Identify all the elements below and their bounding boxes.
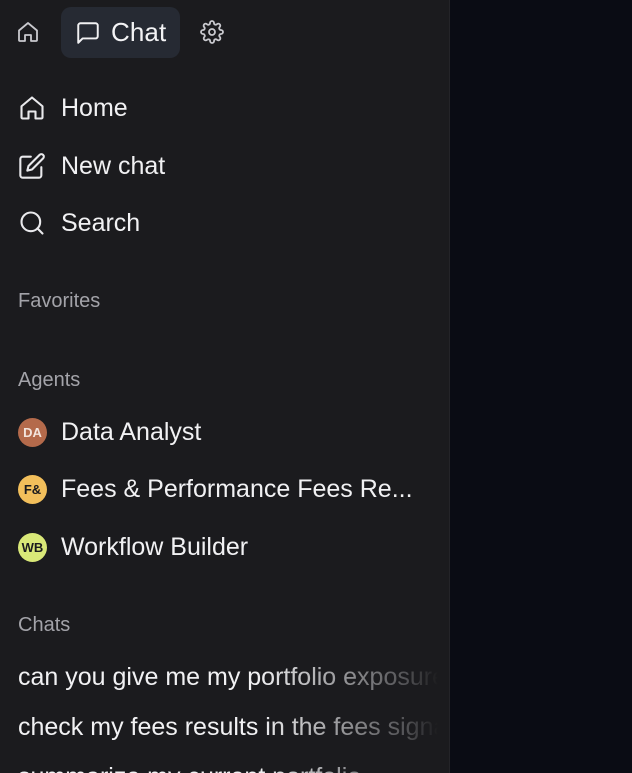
section-title-chats: Chats xyxy=(18,614,71,636)
avatar: DA xyxy=(18,417,47,447)
home-icon[interactable] xyxy=(12,16,44,48)
chat-item[interactable]: check my fees results in the fees signal xyxy=(18,707,438,747)
sidebar-topbar: Chat xyxy=(0,7,449,58)
nav-item-home[interactable]: Home xyxy=(0,85,449,131)
sidebar: Chat Home New chat Search Favorites Agen… xyxy=(0,0,450,773)
chat-item[interactable]: can you give me my portfolio exposure xyxy=(18,657,438,697)
agent-item-label: Data Analyst xyxy=(61,417,202,446)
message-square-icon xyxy=(74,19,102,47)
agent-item-label: Fees & Performance Fees Re... xyxy=(61,474,413,503)
nav-item-new-chat[interactable]: New chat xyxy=(0,143,449,189)
gear-icon[interactable] xyxy=(196,16,228,48)
agent-item-workflow-builder[interactable]: WB Workflow Builder xyxy=(0,524,449,570)
section-title-agents: Agents xyxy=(18,369,81,391)
nav-item-label: New chat xyxy=(61,151,166,180)
agent-item-data-analyst[interactable]: DA Data Analyst xyxy=(0,409,449,455)
nav-item-search[interactable]: Search xyxy=(0,200,449,246)
search-icon xyxy=(17,208,47,238)
app-window: Chat Home New chat Search Favorites Agen… xyxy=(0,0,632,773)
home-icon xyxy=(17,93,47,123)
avatar: F& xyxy=(18,474,47,504)
main-content xyxy=(450,0,632,773)
edit-icon xyxy=(17,151,47,181)
chat-item[interactable]: summarize my current portfolio xyxy=(18,757,438,773)
avatar: WB xyxy=(18,532,47,562)
agent-item-label: Workflow Builder xyxy=(61,532,249,561)
agent-item-fees[interactable]: F& Fees & Performance Fees Re... xyxy=(0,466,449,512)
nav-item-label: Search xyxy=(61,208,141,237)
tab-chat[interactable]: Chat xyxy=(61,7,180,58)
nav-item-label: Home xyxy=(61,93,128,122)
section-title-favorites: Favorites xyxy=(18,290,101,312)
tab-chat-label: Chat xyxy=(111,17,167,47)
